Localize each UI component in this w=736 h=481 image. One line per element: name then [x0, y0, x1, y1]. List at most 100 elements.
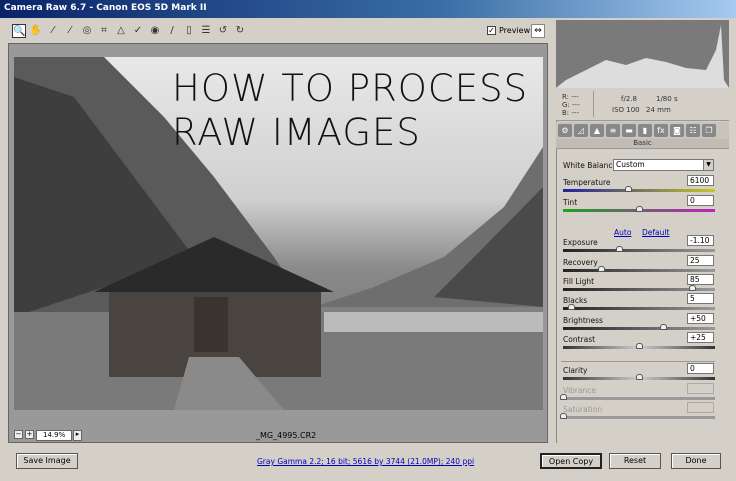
temperature-label: Temperature	[563, 178, 611, 187]
tab-basic[interactable]: ⚙	[558, 124, 572, 137]
recovery-slider-thumb[interactable]	[598, 266, 605, 272]
zoom-out-button[interactable]: −	[14, 430, 23, 439]
r-label: R:	[562, 93, 570, 101]
info-readout: R: --- G: --- B: --- f/2.8 1/80 s ISO 10…	[556, 88, 729, 121]
toolbar: 🔍 ✋ ⁄ ⁄ ◎ ⌗ △ ✓ ◉ / ▯ ☰ ↺ ↻	[8, 20, 548, 42]
contrast-slider-thumb[interactable]	[636, 343, 643, 349]
image-status-bar: − + 14.9% ▸ _MG_4995.CR2	[14, 428, 543, 442]
contrast-label: Contrast	[563, 335, 596, 344]
done-button[interactable]: Done	[671, 453, 721, 469]
preferences-icon[interactable]: ☰	[199, 24, 213, 38]
fill-light-field[interactable]: 85	[687, 274, 714, 285]
exposure-label: Exposure	[563, 238, 598, 247]
temperature-slider[interactable]	[563, 186, 715, 192]
recovery-slider[interactable]	[563, 266, 715, 272]
exposure-slider[interactable]	[563, 246, 715, 252]
vibrance-label: Vibrance	[563, 386, 596, 395]
fill-light-slider[interactable]	[563, 285, 715, 291]
vibrance-slider-thumb[interactable]	[560, 394, 567, 400]
tab-detail[interactable]: ▲	[590, 124, 604, 137]
tab-snapshots[interactable]: ❐	[702, 124, 716, 137]
divider	[561, 361, 715, 362]
check-icon[interactable]: ✓	[487, 26, 496, 35]
headline-line-2: RAW IMAGES	[172, 111, 421, 154]
graduated-filter-icon[interactable]: ▯	[182, 24, 196, 38]
tab-lens[interactable]: ▮	[638, 124, 652, 137]
b-label: B:	[562, 109, 570, 117]
straighten-icon[interactable]: △	[114, 24, 128, 38]
brightness-label: Brightness	[563, 316, 603, 325]
brightness-slider-thumb[interactable]	[660, 324, 668, 330]
hand-icon[interactable]: ✋	[29, 24, 43, 38]
tab-camera-calibration[interactable]: ◙	[670, 124, 684, 137]
open-copy-button[interactable]: Open Copy	[540, 453, 602, 469]
tab-effects[interactable]: fx	[654, 124, 668, 137]
saturation-slider[interactable]	[560, 413, 715, 419]
tab-hsl[interactable]: ≡	[606, 124, 620, 137]
rotate-right-icon[interactable]: ↻	[233, 24, 247, 38]
saturation-field[interactable]	[687, 402, 714, 413]
exposure-field[interactable]: -1.10	[687, 235, 714, 246]
white-balance-label: White Balance:	[563, 161, 620, 170]
fill-light-slider-thumb[interactable]	[689, 285, 697, 291]
focal-length: 24 mm	[646, 106, 671, 114]
workflow-options-link[interactable]: Gray Gamma 2.2; 16 bit; 5616 by 3744 (21…	[257, 457, 474, 466]
white-balance-select[interactable]: Custom ▼	[613, 159, 714, 171]
headline-text: HOW TO PROCESS RAW IMAGES	[172, 67, 528, 155]
temperature-field[interactable]: 6100	[687, 175, 714, 186]
temperature-slider-thumb[interactable]	[625, 186, 633, 192]
blacks-slider[interactable]	[563, 304, 715, 310]
auto-link[interactable]: Auto	[614, 228, 631, 237]
chevron-down-icon[interactable]: ▼	[703, 160, 713, 170]
shutter-speed: 1/80 s	[656, 95, 678, 103]
brightness-field[interactable]: +50	[687, 313, 714, 324]
preview-image: HOW TO PROCESS RAW IMAGES	[14, 57, 543, 410]
adjustment-brush-icon[interactable]: /	[165, 24, 179, 38]
iso: ISO 100	[612, 106, 640, 114]
contrast-slider[interactable]	[563, 343, 715, 349]
red-eye-icon[interactable]: ◉	[148, 24, 162, 38]
tab-presets[interactable]: ☷	[686, 124, 700, 137]
vibrance-slider[interactable]	[560, 394, 715, 400]
target-adjust-icon[interactable]: ◎	[80, 24, 94, 38]
vibrance-field[interactable]	[687, 383, 714, 394]
rotate-left-icon[interactable]: ↺	[216, 24, 230, 38]
zoom-menu-arrow-icon[interactable]: ▸	[73, 430, 82, 441]
color-sampler-icon[interactable]: ⁄	[63, 24, 77, 38]
save-image-button[interactable]: Save Image	[16, 453, 78, 469]
tint-slider[interactable]	[563, 206, 715, 212]
tint-slider-thumb[interactable]	[636, 206, 643, 212]
clarity-label: Clarity	[563, 366, 588, 375]
tint-field[interactable]: 0	[687, 195, 714, 206]
default-link[interactable]: Default	[642, 228, 669, 237]
saturation-slider-thumb[interactable]	[560, 413, 567, 419]
zoom-in-button[interactable]: +	[25, 430, 34, 439]
headline-line-1: HOW TO PROCESS	[172, 67, 529, 110]
zoom-level-field[interactable]: 14.9%	[36, 430, 72, 441]
blacks-field[interactable]: 5	[687, 293, 714, 304]
recovery-field[interactable]: 25	[687, 255, 714, 266]
title-bar: Camera Raw 6.7 - Canon EOS 5D Mark II	[0, 0, 736, 18]
white-balance-icon[interactable]: ⁄	[46, 24, 60, 38]
tab-split-toning[interactable]: ▬	[622, 124, 636, 137]
white-balance-value: Custom	[616, 160, 645, 169]
reset-button[interactable]: Reset	[609, 453, 661, 469]
exposure-slider-thumb[interactable]	[616, 246, 624, 252]
spot-removal-icon[interactable]: ✓	[131, 24, 145, 38]
zoom-icon[interactable]: 🔍	[12, 24, 26, 38]
brightness-slider[interactable]	[563, 324, 715, 330]
crop-icon[interactable]: ⌗	[97, 24, 111, 38]
clarity-slider[interactable]	[563, 374, 715, 380]
contrast-field[interactable]: +25	[687, 332, 714, 343]
filename: _MG_4995.CR2	[256, 431, 317, 440]
blacks-slider-thumb[interactable]	[567, 304, 575, 310]
panel-title: Basic	[556, 139, 729, 149]
aperture: f/2.8	[621, 95, 637, 103]
tab-tone-curve[interactable]: ◿	[574, 124, 588, 137]
preview-checkbox[interactable]: ✓ Preview	[487, 26, 530, 35]
g-label: G:	[562, 101, 570, 109]
fullscreen-icon[interactable]: ⇔	[531, 24, 545, 38]
clarity-field[interactable]: 0	[687, 363, 714, 374]
r-value: ---	[571, 93, 579, 101]
clarity-slider-thumb[interactable]	[636, 374, 643, 380]
